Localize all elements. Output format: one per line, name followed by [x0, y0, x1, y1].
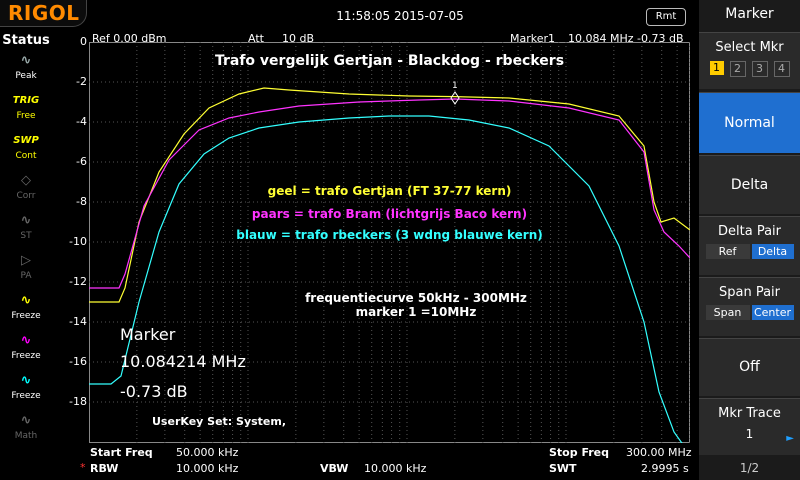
swt-label: SWT — [549, 462, 577, 475]
freeze-magenta-label: Freeze — [11, 351, 41, 361]
marker-box-freq: 10.084214 MHz — [120, 352, 246, 371]
mkr-3-option[interactable]: 3 — [751, 61, 768, 77]
st-label: ST — [20, 231, 32, 241]
corr-label: Corr — [16, 191, 36, 201]
freeze-cyan-label: Freeze — [11, 391, 41, 401]
freeze-magenta-icon: ∿ — [20, 333, 32, 348]
y-tick-label: -16 — [69, 355, 87, 368]
delta-pair-label: Delta Pair — [718, 224, 781, 239]
y-tick-label: -14 — [69, 315, 87, 328]
marker-1-symbol: 1 — [450, 81, 460, 105]
corr-icon: ◇ — [21, 173, 31, 188]
sweep-icon: SWP — [13, 135, 39, 146]
freeze-yellow-label: Freeze — [11, 311, 41, 321]
legend-magenta: paars = trafo Bram (lichtgrijs Baco kern… — [251, 207, 528, 221]
status-trig-button[interactable]: TRIG Free — [3, 92, 49, 128]
math-label: Math — [14, 431, 38, 441]
status-peak-button[interactable]: ∿ Peak — [3, 52, 49, 88]
y-tick-label: -10 — [69, 235, 87, 248]
status-title: Status — [2, 33, 50, 48]
span-pair-center[interactable]: Center — [751, 305, 794, 320]
freeze-cyan-icon: ∿ — [20, 373, 32, 388]
swt-value: 2.9995 s — [641, 462, 689, 475]
normal-button[interactable]: Normal — [699, 92, 800, 153]
pa-icon: ▷ — [21, 253, 31, 268]
legend-cyan: blauw = trafo rbeckers (3 wdng blauwe ke… — [236, 228, 543, 242]
brand-logo: RIGOL — [0, 0, 87, 27]
rbw-label: RBW — [90, 462, 119, 475]
delta-pair-button[interactable]: Delta Pair Ref Delta — [699, 216, 800, 275]
delta-pair-delta[interactable]: Delta — [751, 244, 794, 259]
start-freq-label: Start Freq — [90, 446, 153, 459]
span-pair-label: Span Pair — [718, 285, 781, 300]
status-freeze-magenta-button[interactable]: ∿ Freeze — [3, 332, 49, 368]
marker-box-title: Marker — [120, 325, 176, 344]
span-pair-button[interactable]: Span Pair Span Center — [699, 277, 800, 336]
status-freeze-cyan-button[interactable]: ∿ Freeze — [3, 372, 49, 408]
st-icon: ∿ — [20, 213, 32, 228]
pa-label: PA — [20, 271, 32, 281]
userkey-set: UserKey Set: System, — [152, 415, 287, 428]
softkey-menu: Marker Select Mkr 1 2 3 4 Normal Delta D… — [699, 0, 800, 480]
y-tick-label: 0 — [80, 35, 87, 48]
peak-icon: ∿ — [20, 53, 32, 68]
trig-label: Free — [16, 111, 36, 121]
freeze-yellow-icon: ∿ — [20, 293, 32, 308]
y-tick-label: -12 — [69, 275, 87, 288]
status-sweep-button[interactable]: SWP Cont — [3, 132, 49, 168]
status-corr-button[interactable]: ◇ Corr — [3, 172, 49, 208]
mkr-trace-label: Mkr Trace — [718, 406, 781, 421]
select-mkr-label: Select Mkr — [715, 40, 784, 55]
stop-freq-label: Stop Freq — [549, 446, 610, 459]
vbw-label: VBW — [320, 462, 349, 475]
select-mkr-button[interactable]: Select Mkr 1 2 3 4 — [699, 32, 800, 89]
mkr-2-option[interactable]: 2 — [729, 61, 746, 77]
y-tick-label: -8 — [76, 195, 87, 208]
y-tick-label: -4 — [76, 115, 87, 128]
mkr-1-option[interactable]: 1 — [709, 61, 724, 75]
status-freeze-yellow-button[interactable]: ∿ Freeze — [3, 292, 49, 328]
trig-icon: TRIG — [12, 95, 40, 106]
mkr-4-option[interactable]: 4 — [773, 61, 790, 77]
brand-text: RIGOL — [8, 1, 80, 25]
menu-page-indicator[interactable]: 1/2 — [699, 461, 800, 475]
status-st-button[interactable]: ∿ ST — [3, 212, 49, 248]
vbw-value: 10.000 kHz — [364, 462, 427, 475]
mkr-trace-value: 1 — [745, 427, 754, 441]
y-tick-label: -18 — [69, 395, 87, 408]
peak-label: Peak — [15, 71, 37, 81]
note-marker: marker 1 =10MHz — [355, 305, 477, 319]
marker-box-level: -0.73 dB — [120, 382, 188, 401]
y-tick-label: -2 — [76, 75, 87, 88]
mkr-trace-arrow-icon: ► — [786, 433, 794, 444]
start-freq-value: 50.000 kHz — [176, 446, 239, 459]
status-math-button[interactable]: ∿ Math — [3, 412, 49, 448]
stop-freq-value: 300.00 MHz — [626, 446, 692, 459]
remote-badge: Rmt — [646, 8, 686, 26]
delta-button[interactable]: Delta — [699, 155, 800, 214]
plot-title: Trafo vergelijk Gertjan - Blackdog - rbe… — [214, 53, 565, 69]
math-icon: ∿ — [20, 413, 32, 428]
legend-yellow: geel = trafo Gertjan (FT 37-77 kern) — [267, 184, 512, 198]
mkr-trace-button[interactable]: Mkr Trace 1 ► — [699, 398, 800, 455]
status-panel: Status ∿ Peak TRIG Free SWP Cont ◇ Corr ∿ ST ▷ PA ∿ F… — [0, 30, 52, 480]
rbw-value: 10.000 kHz — [176, 462, 239, 475]
span-pair-span[interactable]: Span — [705, 305, 750, 320]
status-pa-button[interactable]: ▷ PA — [3, 252, 49, 288]
y-tick-label: -6 — [76, 155, 87, 168]
sweep-label: Cont — [15, 151, 37, 161]
datetime: 11:58:05 2015-07-05 — [336, 9, 464, 23]
note-frequency-curve: frequentiecurve 50kHz - 300MHz — [305, 291, 527, 305]
delta-pair-ref[interactable]: Ref — [705, 244, 750, 259]
off-button[interactable]: Off — [699, 338, 800, 396]
svg-text:1: 1 — [452, 81, 458, 91]
menu-title: Marker — [725, 6, 774, 22]
rbw-star: * — [80, 461, 86, 474]
